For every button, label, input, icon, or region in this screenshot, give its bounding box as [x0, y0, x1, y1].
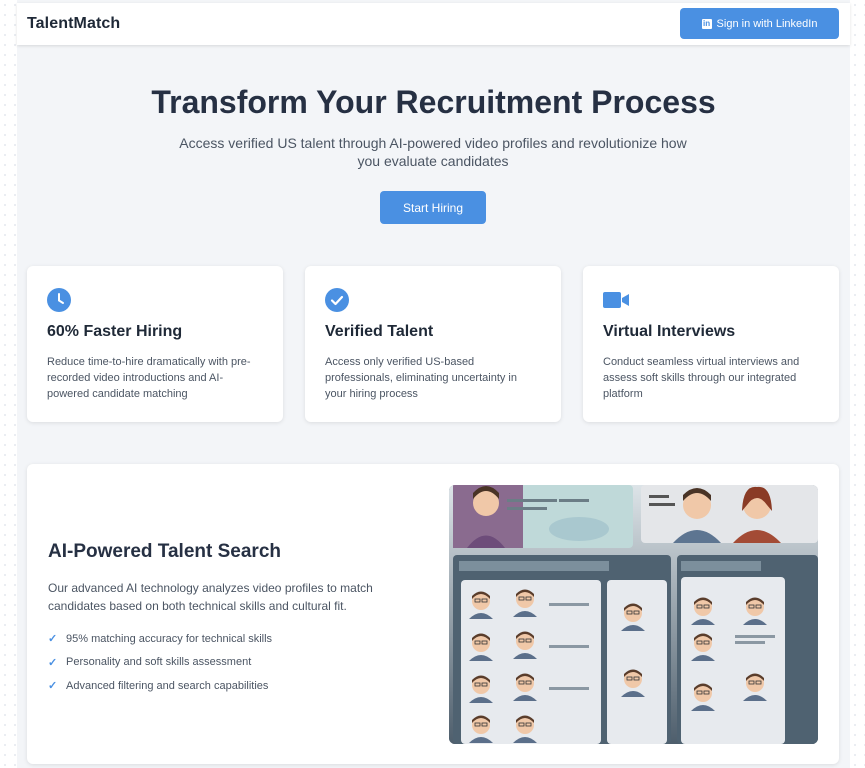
clock-icon [47, 288, 71, 317]
feature-card-verified-talent: Verified Talent Access only verified US-… [305, 266, 561, 422]
ai-section-description: Our advanced AI technology analyzes vide… [48, 581, 373, 613]
feature-text: Reduce time-to-hire dramatically with pr… [47, 356, 251, 400]
feature-title: Verified Talent [325, 323, 434, 340]
feature-text: Access only verified US-based profession… [325, 356, 517, 400]
checkmark-icon: ✓ [48, 633, 58, 646]
linkedin-signin-label: Sign in with LinkedIn [716, 17, 818, 30]
brand-logo[interactable]: TalentMatch [27, 15, 120, 33]
linkedin-icon: in [701, 18, 712, 29]
list-item: ✓ 95% matching accuracy for technical sk… [48, 632, 273, 646]
ai-section-title: AI-Powered Talent Search [48, 541, 281, 562]
checkmark-icon: ✓ [48, 680, 58, 693]
feature-title: 60% Faster Hiring [47, 323, 183, 340]
page-container: TalentMatch in Sign in with LinkedIn Tra… [17, 0, 850, 768]
start-hiring-button[interactable]: Start Hiring [380, 191, 486, 224]
feature-title: Virtual Interviews [603, 323, 736, 340]
talent-search-illustration [449, 485, 818, 744]
hero-title: Transform Your Recruitment Process [151, 84, 716, 120]
ai-feature-list: ✓ 95% matching accuracy for technical sk… [48, 627, 272, 698]
checkmark-icon: ✓ [48, 656, 58, 669]
navbar: TalentMatch in Sign in with LinkedIn [17, 3, 850, 45]
hero-subtitle: Access verified US talent through AI-pow… [179, 135, 687, 169]
check-circle-icon [325, 288, 349, 317]
feature-card-virtual-interviews: Virtual Interviews Conduct seamless virt… [583, 266, 839, 422]
linkedin-signin-button[interactable]: in Sign in with LinkedIn [680, 8, 839, 39]
feature-card-faster-hiring: 60% Faster Hiring Reduce time-to-hire dr… [27, 266, 283, 422]
video-camera-icon [603, 288, 630, 317]
feature-text: Conduct seamless virtual interviews and … [603, 356, 800, 400]
list-item: ✓ Personality and soft skills assessment [48, 656, 252, 669]
list-item: ✓ Advanced filtering and search capabili… [48, 679, 269, 693]
ai-search-section: AI-Powered Talent Search Our advanced AI… [27, 464, 839, 764]
